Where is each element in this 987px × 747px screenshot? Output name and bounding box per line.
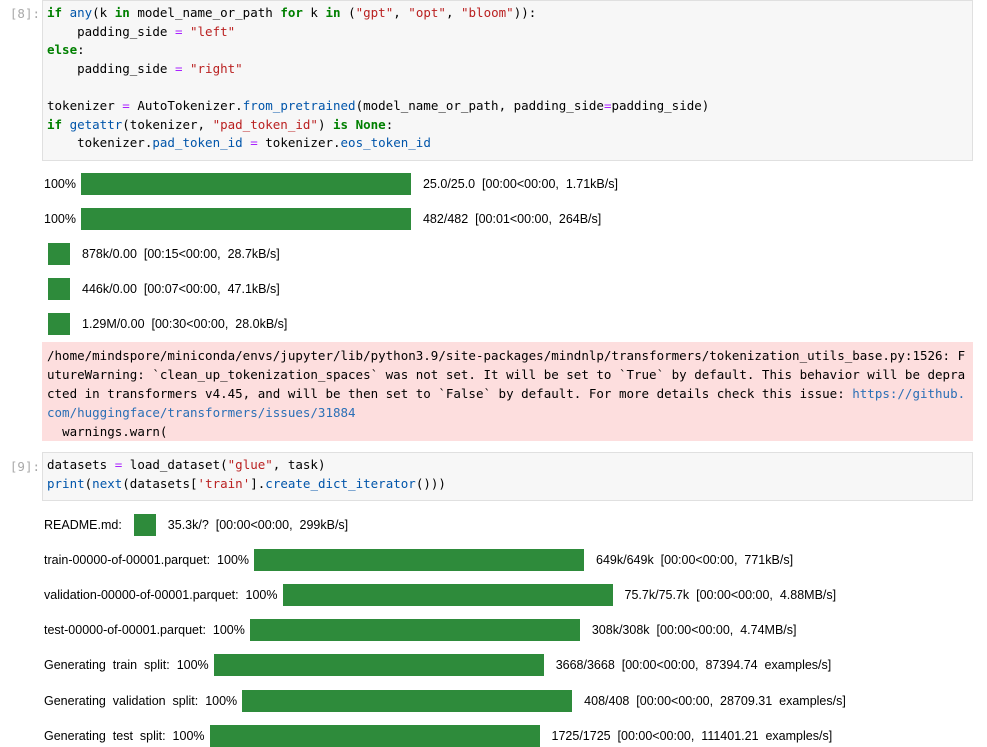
cell-prompt-8: [8]: [9, 6, 40, 21]
progress-row: 100% 25.0/25.0 [00:00<00:00, 1.71kB/s] [44, 173, 618, 195]
code-cell-8[interactable]: if any(k in model_name_or_path for k in … [42, 0, 973, 161]
progress-row: train-00000-of-00001.parquet: 100% 649k/… [44, 549, 793, 571]
progress-row: README.md: 35.3k/? [00:00<00:00, 299kB/s… [44, 514, 348, 536]
progress-bar [282, 584, 613, 606]
code-line: print(next(datasets['train'].create_dict… [47, 475, 446, 491]
progress-bar [48, 243, 70, 265]
code-cell-9[interactable]: datasets = load_dataset("glue", task) pr… [42, 452, 973, 501]
code-line: else: [47, 42, 85, 58]
progress-bar [80, 208, 411, 230]
progress-row: 100% 482/482 [00:01<00:00, 264B/s] [44, 208, 601, 230]
code-line: padding_side = "right" [47, 60, 243, 76]
progress-bar [254, 549, 585, 571]
progress-bar [48, 278, 70, 300]
code-line: datasets = load_dataset("glue", task) [47, 457, 326, 472]
progress-row: Generating validation split: 100% 408/40… [44, 690, 846, 712]
progress-row: Generating train split: 100% 3668/3668 [… [44, 654, 831, 676]
progress-row: test-00000-of-00001.parquet: 100% 308k/3… [44, 619, 797, 641]
code-line: if getattr(tokenizer, "pad_token_id") is… [47, 116, 394, 132]
progress-row: 878k/0.00 [00:15<00:00, 28.7kB/s] [48, 243, 280, 265]
progress-row: 446k/0.00 [00:07<00:00, 47.1kB/s] [48, 278, 280, 300]
code-line: tokenizer = AutoTokenizer.from_pretraine… [47, 97, 710, 113]
progress-bar [249, 619, 580, 641]
code-line: if any(k in model_name_or_path for k in … [47, 5, 537, 20]
progress-bar [80, 173, 411, 195]
cell-prompt-9: [9]: [9, 459, 40, 474]
code-line: tokenizer.pad_token_id = tokenizer.eos_t… [47, 135, 431, 151]
progress-bar [213, 654, 544, 676]
progress-row: 1.29M/0.00 [00:30<00:00, 28.0kB/s] [48, 313, 287, 335]
stderr-warning: /home/mindspore/miniconda/envs/jupyter/l… [42, 342, 973, 441]
progress-row: validation-00000-of-00001.parquet: 100% … [44, 584, 836, 606]
progress-bar [48, 313, 70, 335]
progress-bar [242, 690, 573, 712]
progress-bar [133, 514, 156, 536]
code-line: padding_side = "left" [47, 23, 236, 39]
